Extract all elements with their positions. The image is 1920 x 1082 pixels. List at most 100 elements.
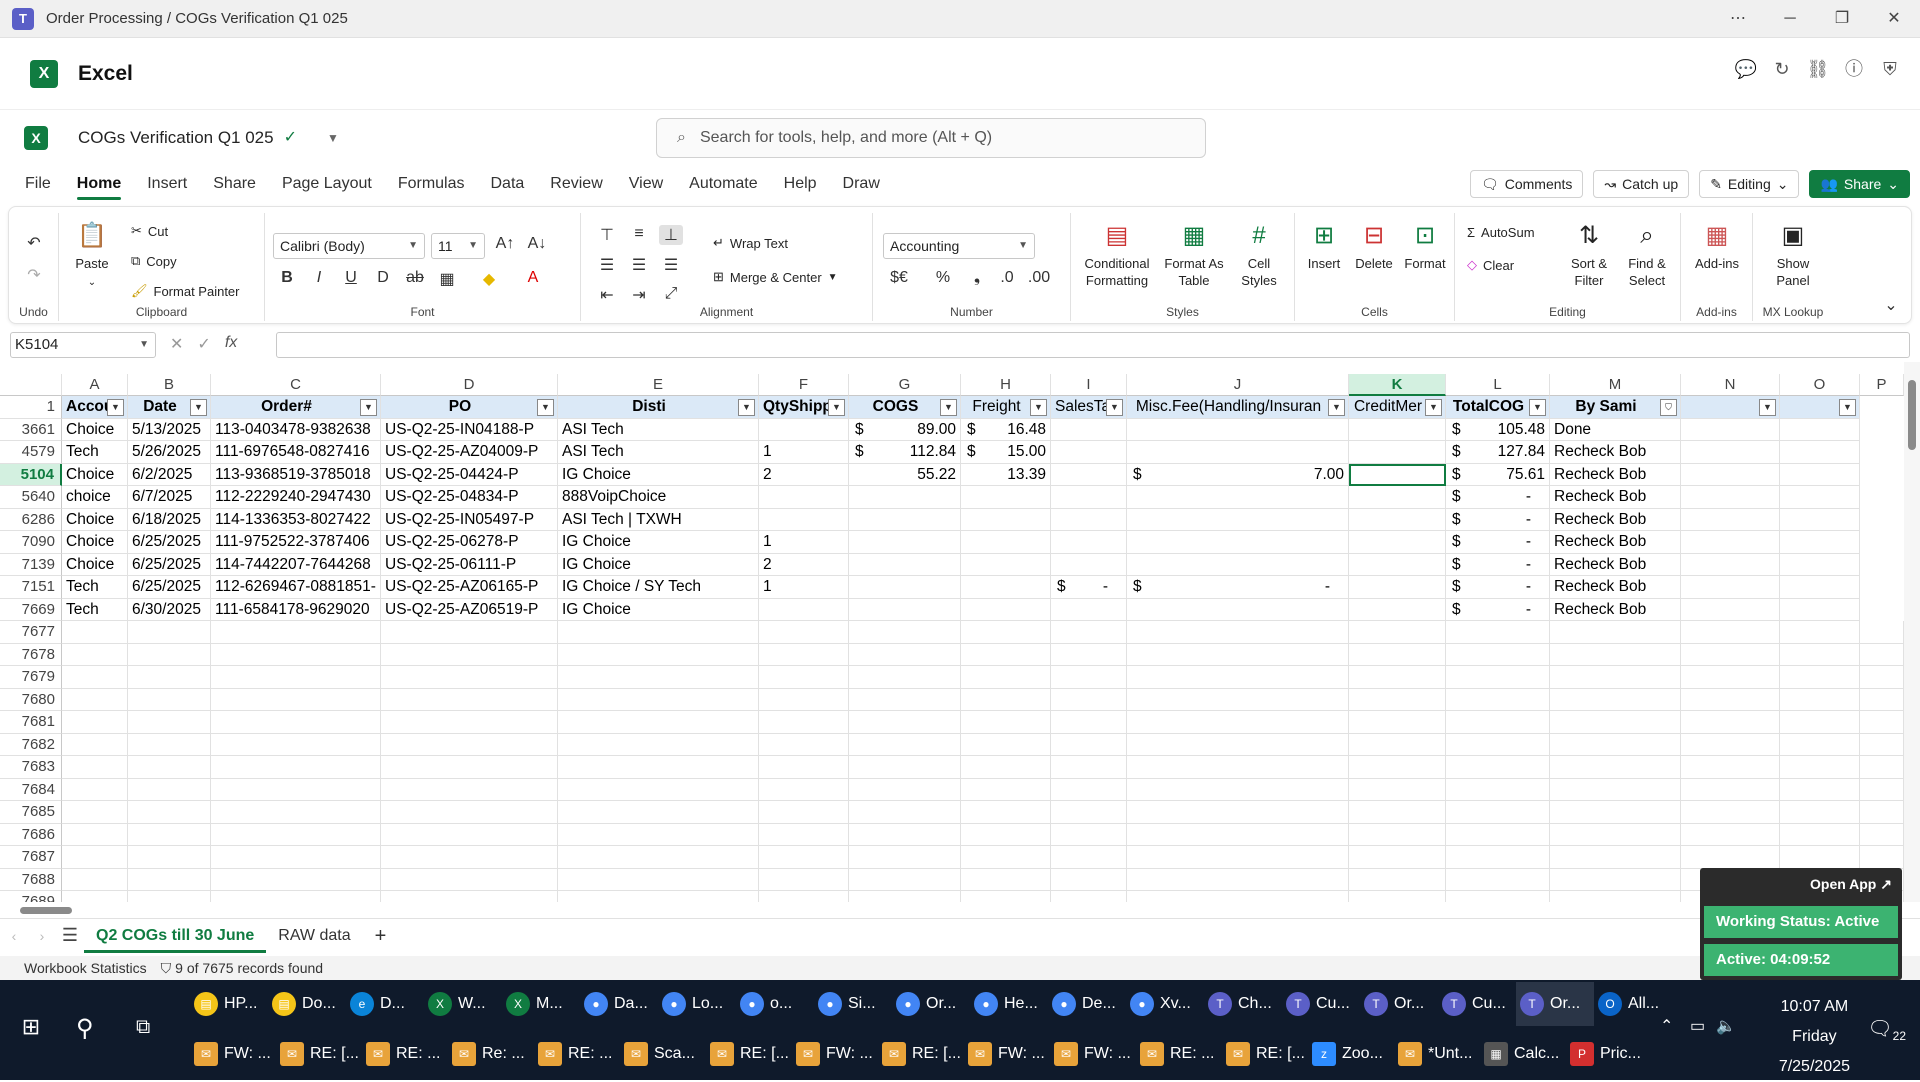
taskbar-app-button[interactable]: ● De... — [1048, 982, 1126, 1026]
tab-automate[interactable]: Automate — [676, 166, 770, 202]
table-cell[interactable] — [1681, 418, 1780, 441]
table-cell[interactable] — [211, 756, 381, 779]
table-cell[interactable] — [759, 688, 849, 711]
align-left-icon[interactable]: ☰ — [595, 255, 619, 275]
table-cell[interactable] — [759, 846, 849, 869]
comma-style-icon[interactable]: ❟ — [965, 269, 989, 287]
delete-cells-button[interactable]: ⊟ Delete — [1349, 221, 1399, 272]
table-cell[interactable] — [961, 643, 1051, 666]
table-cell[interactable] — [961, 486, 1051, 509]
taskbar-window-button[interactable]: ✉ FW: ... — [792, 1032, 878, 1076]
selected-cell-k5104[interactable] — [1349, 463, 1446, 486]
table-cell[interactable] — [1127, 756, 1349, 779]
table-cell[interactable] — [961, 553, 1051, 576]
row-header-7680[interactable]: 7680 — [0, 688, 62, 711]
table-cell[interactable] — [558, 778, 759, 801]
table-cell[interactable] — [1446, 711, 1550, 734]
table-cell[interactable] — [128, 891, 211, 902]
table-cell[interactable]: 888VoipChoice — [558, 486, 759, 509]
table-cell[interactable]: $ - — [1446, 531, 1550, 554]
table-cell[interactable] — [1681, 531, 1780, 554]
table-cell[interactable] — [1780, 463, 1860, 486]
table-cell[interactable]: US-Q2-25-AZ06165-P — [381, 576, 558, 599]
table-cell[interactable] — [961, 666, 1051, 689]
table-cell[interactable] — [1860, 711, 1904, 734]
table-cell[interactable] — [211, 846, 381, 869]
taskbar-window-button[interactable]: ✉ Sca... — [620, 1032, 706, 1076]
taskbar-window-button[interactable]: ✉ RE: [... — [276, 1032, 362, 1076]
cancel-formula-icon[interactable]: ✕ — [170, 334, 183, 354]
catch-up-button[interactable]: ↝ Catch up — [1593, 170, 1690, 198]
table-cell[interactable] — [1349, 576, 1446, 599]
task-view-icon[interactable]: ⧉ — [136, 1016, 150, 1039]
table-cell[interactable]: choice — [62, 486, 128, 509]
filter-dropdown-icon[interactable]: ▼ — [1425, 399, 1442, 416]
filter-dropdown-icon[interactable]: ▼ — [1328, 399, 1345, 416]
table-cell[interactable] — [1051, 711, 1127, 734]
clear-button[interactable]: ◇ Clear — [1467, 257, 1514, 273]
table-cell[interactable] — [1446, 778, 1550, 801]
find-select-button[interactable]: ⌕ Find & Select — [1617, 221, 1677, 289]
tab-review[interactable]: Review — [537, 166, 615, 202]
undo-icon[interactable]: ↶ — [22, 233, 46, 253]
table-cell[interactable]: $75.61 — [1446, 463, 1550, 486]
filter-dropdown-icon[interactable]: ▼ — [828, 399, 845, 416]
table-cell[interactable] — [1127, 508, 1349, 531]
table-cell[interactable]: Recheck Bob — [1550, 553, 1681, 576]
notifications-icon[interactable]: 🗨22 — [1867, 1016, 1906, 1043]
table-cell[interactable] — [1681, 711, 1780, 734]
bold-icon[interactable]: B — [275, 269, 299, 287]
taskbar-app-button[interactable]: ● He... — [970, 982, 1048, 1026]
table-cell[interactable]: IG Choice — [558, 531, 759, 554]
table-cell[interactable] — [128, 666, 211, 689]
align-top-icon[interactable]: ⊤ — [595, 225, 619, 245]
paste-button[interactable]: 📋 Paste ⌄ — [67, 221, 117, 291]
table-cell[interactable] — [558, 801, 759, 824]
table-cell[interactable] — [558, 643, 759, 666]
table-cell[interactable] — [1051, 531, 1127, 554]
table-cell[interactable] — [381, 868, 558, 891]
table-cell[interactable] — [211, 778, 381, 801]
table-cell[interactable] — [62, 846, 128, 869]
table-cell[interactable] — [849, 688, 961, 711]
column-header-o[interactable]: O — [1780, 374, 1860, 396]
table-cell[interactable] — [1349, 666, 1446, 689]
align-center-icon[interactable]: ☰ — [627, 255, 651, 275]
table-cell[interactable]: $ - — [1446, 508, 1550, 531]
table-cell[interactable] — [1127, 531, 1349, 554]
cut-button[interactable]: ✂ Cut — [131, 223, 168, 239]
table-cell[interactable] — [1681, 553, 1780, 576]
filter-dropdown-icon[interactable]: ▼ — [1529, 399, 1546, 416]
table-cell[interactable]: US-Q2-25-AZ04009-P — [381, 441, 558, 464]
table-cell[interactable] — [961, 598, 1051, 621]
horizontal-scrollbar[interactable] — [0, 902, 1904, 918]
column-header-d[interactable]: D — [381, 374, 558, 396]
column-header-i[interactable]: I — [1051, 374, 1127, 396]
filter-dropdown-icon[interactable]: ▼ — [738, 399, 755, 416]
table-cell[interactable] — [1860, 688, 1904, 711]
tab-insert[interactable]: Insert — [134, 166, 200, 202]
table-cell[interactable]: $ - — [1446, 576, 1550, 599]
table-cell[interactable] — [211, 868, 381, 891]
table-cell[interactable] — [381, 643, 558, 666]
table-cell[interactable] — [1780, 418, 1860, 441]
taskbar-window-button[interactable]: z Zoo... — [1308, 1032, 1394, 1076]
row-header-7686[interactable]: 7686 — [0, 823, 62, 846]
table-cell[interactable] — [62, 711, 128, 734]
table-cell[interactable]: 113-9368519-3785018 — [211, 463, 381, 486]
table-cell[interactable] — [1550, 846, 1681, 869]
table-cell[interactable] — [1127, 441, 1349, 464]
table-cell[interactable] — [62, 801, 128, 824]
table-cell[interactable] — [558, 733, 759, 756]
editing-mode-button[interactable]: ✎ Editing ⌄ — [1699, 170, 1800, 198]
tab-data[interactable]: Data — [478, 166, 538, 202]
table-cell[interactable] — [62, 756, 128, 779]
table-cell[interactable] — [381, 711, 558, 734]
table-cell[interactable] — [1051, 463, 1127, 486]
table-cell[interactable] — [558, 823, 759, 846]
table-cell[interactable] — [1860, 756, 1904, 779]
next-sheet-icon[interactable]: › — [28, 928, 56, 944]
addins-button[interactable]: ▦ Add-ins — [1687, 221, 1747, 272]
table-cell[interactable] — [1780, 598, 1860, 621]
table-cell[interactable] — [961, 621, 1051, 644]
